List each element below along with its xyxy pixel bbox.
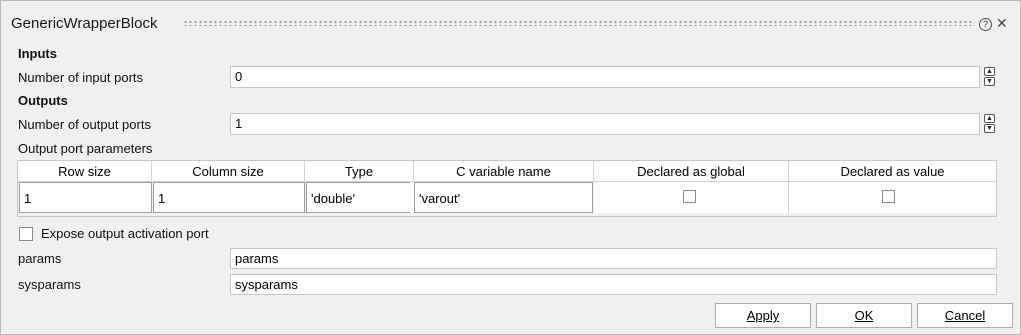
column-header[interactable]: C variable name	[414, 161, 594, 182]
column-header[interactable]: Type	[305, 161, 414, 182]
apply-button[interactable]: Apply	[715, 303, 811, 328]
ok-button[interactable]: OK	[816, 303, 912, 328]
declared-value-checkbox[interactable]	[882, 190, 895, 203]
params-label: params	[18, 251, 62, 266]
spin-down-icon[interactable]: ▼	[984, 77, 995, 86]
declared-global-checkbox[interactable]	[683, 190, 696, 203]
params-field[interactable]: params	[230, 248, 997, 269]
c-variable-cell[interactable]: 'varout'	[414, 182, 593, 213]
column-header[interactable]: Declared as value	[789, 161, 996, 182]
dialog-window: GenericWrapperBlock ? ✕ Inputs Number of…	[0, 0, 1021, 335]
input-ports-field[interactable]: 0	[230, 66, 980, 88]
help-icon[interactable]: ?	[979, 18, 992, 31]
title-bar[interactable]: GenericWrapperBlock ? ✕	[1, 1, 1020, 37]
expose-activation-checkbox[interactable]	[19, 227, 33, 241]
outputs-section-title: Outputs	[18, 93, 68, 108]
column-size-cell[interactable]: 1	[153, 182, 305, 213]
column-header[interactable]: Column size	[152, 161, 305, 182]
row-size-cell[interactable]: 1	[19, 182, 152, 213]
output-ports-field[interactable]: 1	[230, 113, 980, 135]
close-icon[interactable]: ✕	[996, 15, 1008, 32]
type-cell[interactable]: 'double'	[306, 182, 414, 213]
value-cell	[789, 182, 996, 213]
cancel-button[interactable]: Cancel	[917, 303, 1013, 328]
column-header[interactable]: Row size	[18, 161, 152, 182]
spin-up-icon[interactable]: ▲	[984, 67, 995, 76]
global-cell	[594, 182, 789, 213]
output-params-table: Row size Column size Type C variable nam…	[17, 160, 997, 217]
spin-down-icon[interactable]: ▼	[984, 124, 995, 133]
input-ports-spinner[interactable]: ▲ ▼	[984, 67, 996, 87]
expose-activation-label: Expose output activation port	[41, 226, 209, 241]
output-ports-spinner[interactable]: ▲ ▼	[984, 114, 996, 134]
input-ports-label: Number of input ports	[18, 70, 144, 85]
spin-up-icon[interactable]: ▲	[984, 114, 995, 123]
drag-grip[interactable]	[183, 20, 975, 26]
sysparams-field[interactable]: sysparams	[230, 274, 997, 295]
window-title: GenericWrapperBlock	[11, 15, 158, 32]
output-params-label: Output port parameters	[18, 141, 153, 156]
sysparams-label: sysparams	[18, 277, 81, 292]
inputs-section-title: Inputs	[18, 46, 57, 61]
output-ports-label: Number of output ports	[18, 117, 151, 132]
column-header[interactable]: Declared as global	[594, 161, 789, 182]
